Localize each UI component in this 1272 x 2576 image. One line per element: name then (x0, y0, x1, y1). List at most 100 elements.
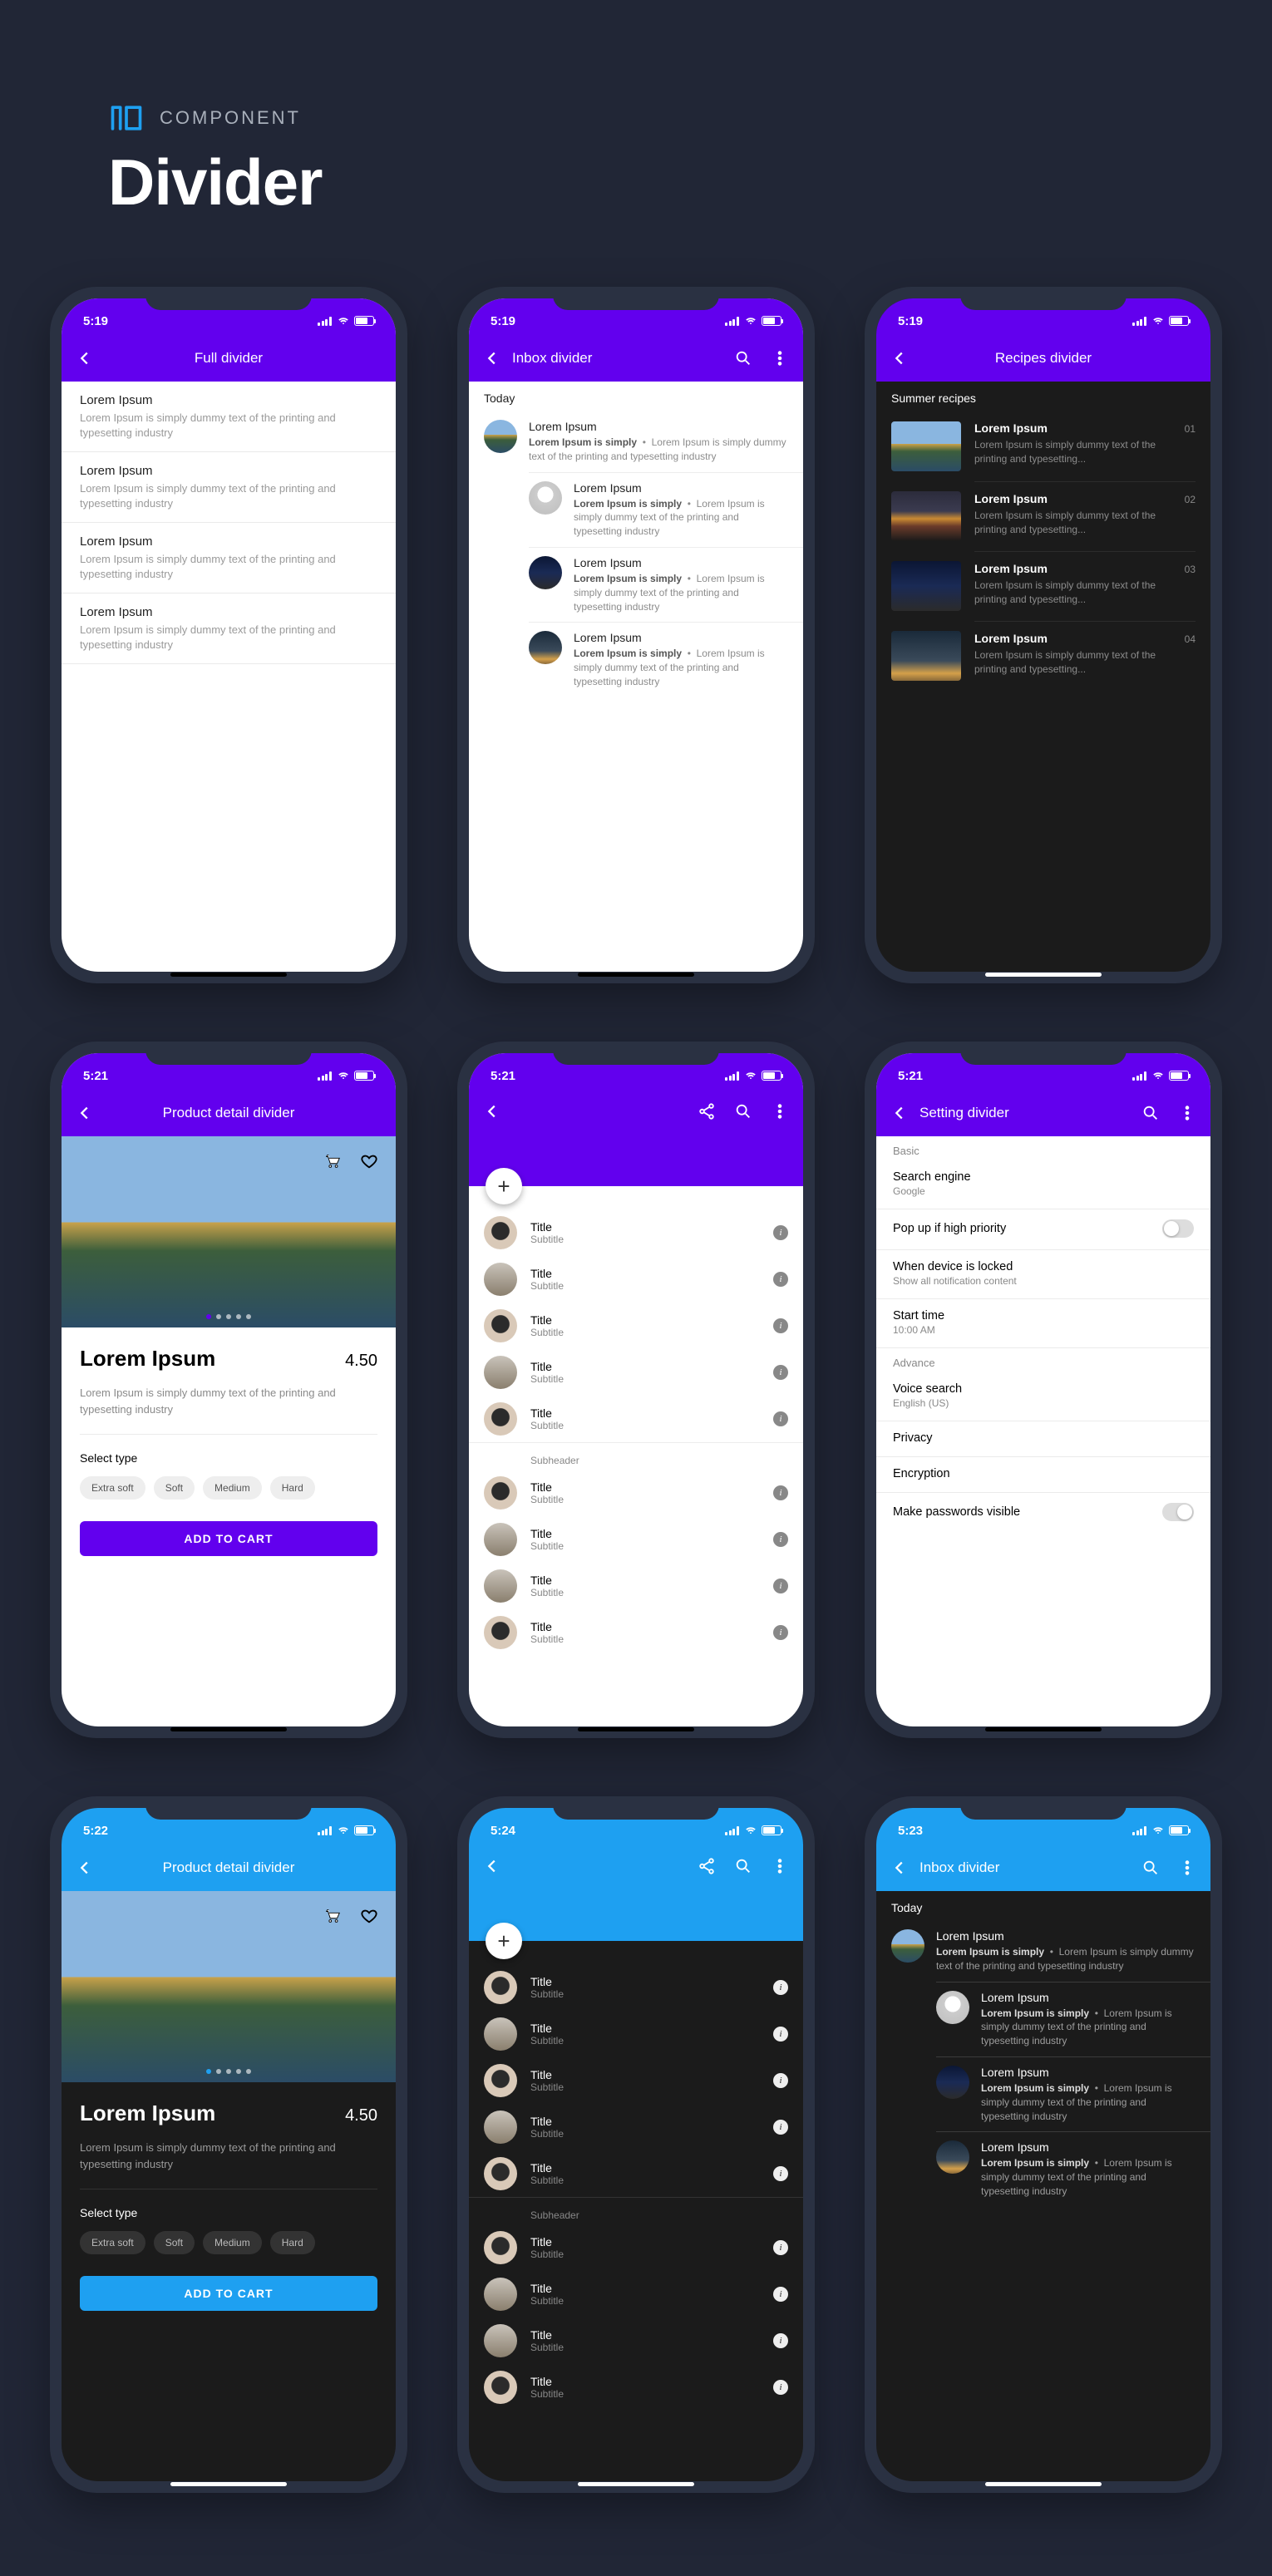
info-icon[interactable]: i (773, 2380, 788, 2395)
inbox-item[interactable]: Lorem IpsumLorem Ipsum is simply • Lorem… (936, 1982, 1210, 2056)
product-hero[interactable] (62, 1891, 396, 2082)
info-icon[interactable]: i (773, 2120, 788, 2135)
row-start-time[interactable]: Start time10:00 AM (876, 1299, 1210, 1347)
add-fab[interactable]: + (486, 1168, 522, 1204)
info-icon[interactable]: i (773, 1272, 788, 1287)
recipe-item[interactable]: Lorem IpsumLorem Ipsum is simply dummy t… (876, 551, 1210, 621)
contact-item[interactable]: TitleSubtitlei (469, 1563, 803, 1609)
more-icon[interactable] (1171, 1096, 1204, 1130)
inbox-item[interactable]: Lorem IpsumLorem Ipsum is simply • Lorem… (529, 622, 803, 697)
row-popup[interactable]: Pop up if high priority (876, 1209, 1210, 1249)
row-search-engine[interactable]: Search engineGoogle (876, 1160, 1210, 1209)
contact-item[interactable]: TitleSubtitlei (469, 1209, 803, 1256)
chip[interactable]: Extra soft (80, 2231, 145, 2254)
inbox-item[interactable]: Lorem IpsumLorem Ipsum is simply • Lorem… (529, 472, 803, 547)
back-icon[interactable] (883, 1851, 916, 1884)
add-to-cart-button[interactable]: ADD TO CART (80, 1521, 377, 1556)
contact-item[interactable]: TitleSubtitlei (469, 2150, 803, 2197)
info-icon[interactable]: i (773, 2287, 788, 2302)
inbox-item[interactable]: Lorem IpsumLorem Ipsum is simply • Lorem… (876, 1921, 1210, 1982)
info-icon[interactable]: i (773, 1365, 788, 1380)
info-icon[interactable]: i (773, 2027, 788, 2042)
inbox-item[interactable]: Lorem IpsumLorem Ipsum is simply • Lorem… (936, 2056, 1210, 2131)
info-icon[interactable]: i (773, 1532, 788, 1547)
back-icon[interactable] (476, 1849, 509, 1883)
back-icon[interactable] (883, 1096, 916, 1130)
chip[interactable]: Soft (154, 1476, 195, 1500)
info-icon[interactable]: i (773, 1485, 788, 1500)
info-icon[interactable]: i (773, 2240, 788, 2255)
contact-item[interactable]: TitleSubtitlei (469, 2104, 803, 2150)
list-item[interactable]: Lorem IpsumLorem Ipsum is simply dummy t… (62, 594, 396, 664)
row-voice[interactable]: Voice searchEnglish (US) (876, 1372, 1210, 1421)
product-hero[interactable] (62, 1136, 396, 1327)
contact-item[interactable]: TitleSubtitlei (469, 1516, 803, 1563)
info-icon[interactable]: i (773, 2073, 788, 2088)
inbox-item[interactable]: Lorem IpsumLorem Ipsum is simply • Lorem… (529, 547, 803, 622)
contact-item[interactable]: TitleSubtitlei (469, 1303, 803, 1349)
list-item[interactable]: Lorem IpsumLorem Ipsum is simply dummy t… (62, 452, 396, 523)
info-icon[interactable]: i (773, 1225, 788, 1240)
contact-item[interactable]: TitleSubtitlei (469, 2364, 803, 2411)
cart-icon[interactable] (316, 1145, 349, 1178)
more-icon[interactable] (763, 342, 796, 375)
search-icon[interactable] (727, 1849, 760, 1883)
info-icon[interactable]: i (773, 2333, 788, 2348)
contact-item[interactable]: TitleSubtitlei (469, 2011, 803, 2057)
contact-item[interactable]: TitleSubtitlei (469, 2317, 803, 2364)
contact-item[interactable]: TitleSubtitlei (469, 1349, 803, 1396)
list-item[interactable]: Lorem IpsumLorem Ipsum is simply dummy t… (62, 382, 396, 452)
info-icon[interactable]: i (773, 1625, 788, 1640)
chip[interactable]: Extra soft (80, 1476, 145, 1500)
contact-item[interactable]: TitleSubtitlei (469, 2057, 803, 2104)
add-to-cart-button[interactable]: ADD TO CART (80, 2276, 377, 2311)
switch[interactable] (1162, 1503, 1194, 1521)
back-icon[interactable] (68, 1096, 101, 1130)
contact-item[interactable]: TitleSubtitlei (469, 1964, 803, 2011)
chip[interactable]: Hard (270, 2231, 315, 2254)
contact-item[interactable]: TitleSubtitlei (469, 1256, 803, 1303)
share-icon[interactable] (690, 1095, 723, 1128)
back-icon[interactable] (68, 1851, 101, 1884)
heart-icon[interactable] (353, 1145, 386, 1178)
row-locked[interactable]: When device is lockedShow all notificati… (876, 1250, 1210, 1298)
info-icon[interactable]: i (773, 1980, 788, 1995)
inbox-item[interactable]: Lorem IpsumLorem Ipsum is simply • Lorem… (936, 2131, 1210, 2206)
info-icon[interactable]: i (773, 2166, 788, 2181)
more-icon[interactable] (763, 1849, 796, 1883)
more-icon[interactable] (1171, 1851, 1204, 1884)
search-icon[interactable] (727, 1095, 760, 1128)
contact-item[interactable]: TitleSubtitlei (469, 1396, 803, 1442)
inbox-item[interactable]: Lorem IpsumLorem Ipsum is simply • Lorem… (469, 411, 803, 472)
row-passwords[interactable]: Make passwords visible (876, 1493, 1210, 1533)
back-icon[interactable] (476, 1095, 509, 1128)
share-icon[interactable] (690, 1849, 723, 1883)
info-icon[interactable]: i (773, 1318, 788, 1333)
back-icon[interactable] (476, 342, 509, 375)
chip[interactable]: Soft (154, 2231, 195, 2254)
chip[interactable]: Hard (270, 1476, 315, 1500)
chip[interactable]: Medium (203, 1476, 262, 1500)
contact-item[interactable]: TitleSubtitlei (469, 2224, 803, 2271)
cart-icon[interactable] (316, 1899, 349, 1933)
contact-item[interactable]: TitleSubtitlei (469, 2271, 803, 2317)
recipe-item[interactable]: Lorem IpsumLorem Ipsum is simply dummy t… (876, 481, 1210, 551)
chip[interactable]: Medium (203, 2231, 262, 2254)
search-icon[interactable] (1134, 1096, 1167, 1130)
row-encryption[interactable]: Encryption (876, 1457, 1210, 1492)
back-icon[interactable] (883, 342, 916, 375)
heart-icon[interactable] (353, 1899, 386, 1933)
info-icon[interactable]: i (773, 1411, 788, 1426)
add-fab[interactable]: + (486, 1923, 522, 1959)
list-item[interactable]: Lorem IpsumLorem Ipsum is simply dummy t… (62, 523, 396, 594)
recipe-item[interactable]: Lorem IpsumLorem Ipsum is simply dummy t… (876, 621, 1210, 691)
search-icon[interactable] (727, 342, 760, 375)
more-icon[interactable] (763, 1095, 796, 1128)
row-privacy[interactable]: Privacy (876, 1421, 1210, 1456)
contact-item[interactable]: TitleSubtitlei (469, 1609, 803, 1656)
back-icon[interactable] (68, 342, 101, 375)
info-icon[interactable]: i (773, 1579, 788, 1593)
search-icon[interactable] (1134, 1851, 1167, 1884)
contact-item[interactable]: TitleSubtitlei (469, 1470, 803, 1516)
switch[interactable] (1162, 1219, 1194, 1238)
